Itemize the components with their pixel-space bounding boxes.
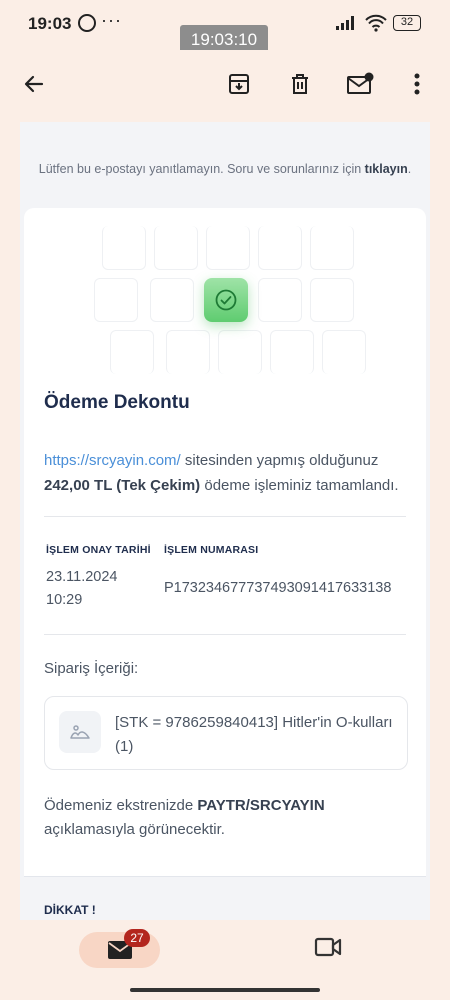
desc-end: ödeme işleminiz tamamlandı. xyxy=(200,477,399,494)
video-icon xyxy=(314,937,342,957)
image-placeholder-icon xyxy=(59,711,101,753)
email-content: Lütfen bu e-postayı yanıtlamayın. Soru v… xyxy=(0,122,450,920)
divider xyxy=(44,634,406,635)
email-body: Lütfen bu e-postayı yanıtlamayın. Soru v… xyxy=(20,122,430,920)
wifi-icon xyxy=(365,14,387,32)
battery-icon: 32 xyxy=(393,15,421,31)
payment-amount: 242,00 TL (Tek Çekim) xyxy=(44,477,201,494)
signal-icon xyxy=(336,16,354,30)
transaction-number-label: İŞLEM NUMARASI xyxy=(164,544,259,556)
receipt-title: Ödeme Dekontu xyxy=(44,392,190,413)
payment-description: https://srcyayin.com/ sitesinden yapmış … xyxy=(44,448,414,498)
whatsapp-icon xyxy=(78,14,96,32)
archive-icon xyxy=(229,74,249,94)
more-options-button[interactable] xyxy=(397,64,437,104)
trash-icon xyxy=(292,74,308,94)
receipt-card: Ödeme Dekontu https://srcyayin.com/ site… xyxy=(24,208,426,920)
mail-dot-icon xyxy=(347,72,374,94)
order-content-label: Sipariş İçeriği: xyxy=(44,660,139,677)
delete-button[interactable] xyxy=(280,64,320,104)
mark-unread-button[interactable] xyxy=(340,64,380,104)
notice-text: Lütfen bu e-postayı yanıtlamayın. Soru v… xyxy=(38,162,365,176)
status-time: 19:03 xyxy=(28,14,72,33)
notice-link[interactable]: tıklayın xyxy=(365,162,408,176)
warning-title: DİKKAT ! xyxy=(44,903,96,917)
home-indicator xyxy=(130,988,320,992)
notice-suffix: . xyxy=(407,162,412,176)
check-circle-icon xyxy=(204,278,248,322)
nav-video-button[interactable] xyxy=(314,936,342,963)
divider xyxy=(44,516,406,517)
warning-section: DİKKAT ! xyxy=(24,876,426,920)
back-button[interactable] xyxy=(14,64,54,104)
statement-prefix: Ödemeniz ekstrenizde xyxy=(44,797,198,814)
no-reply-notice: Lütfen bu e-postayı yanıtlamayın. Soru v… xyxy=(20,162,430,176)
more-notifications-icon: ··· xyxy=(101,10,122,30)
statement-descriptor: PAYTR/SRCYAYIN xyxy=(197,797,325,814)
site-link[interactable]: https://srcyayin.com/ xyxy=(44,452,181,469)
order-item: [STK = 9786259840413] Hitler'in O-kullar… xyxy=(44,696,408,770)
desc-text: sitesinden yapmış olduğunuz xyxy=(180,452,379,469)
statement-note: Ödemeniz ekstrenizde PAYTR/SRCYAYIN açık… xyxy=(44,794,414,842)
transaction-date: 23.11.2024 xyxy=(46,569,118,585)
transaction-time: 10:29 xyxy=(46,592,83,608)
order-item-text: [STK = 9786259840413] Hitler'in O-kullar… xyxy=(115,714,393,755)
more-vert-icon xyxy=(414,73,420,95)
bottom-navigation: 27 xyxy=(0,920,450,1000)
archive-button[interactable] xyxy=(219,64,259,104)
transaction-number: P17323467773749309141763​3138 xyxy=(164,580,392,596)
unread-badge: 27 xyxy=(124,929,150,947)
email-toolbar xyxy=(0,50,450,122)
arrow-left-icon xyxy=(24,75,44,93)
statement-suffix: açıklamasıyla görünecektir. xyxy=(44,821,225,838)
success-illustration xyxy=(94,226,366,374)
date-label: İŞLEM ONAY TARİHİ xyxy=(46,544,151,556)
